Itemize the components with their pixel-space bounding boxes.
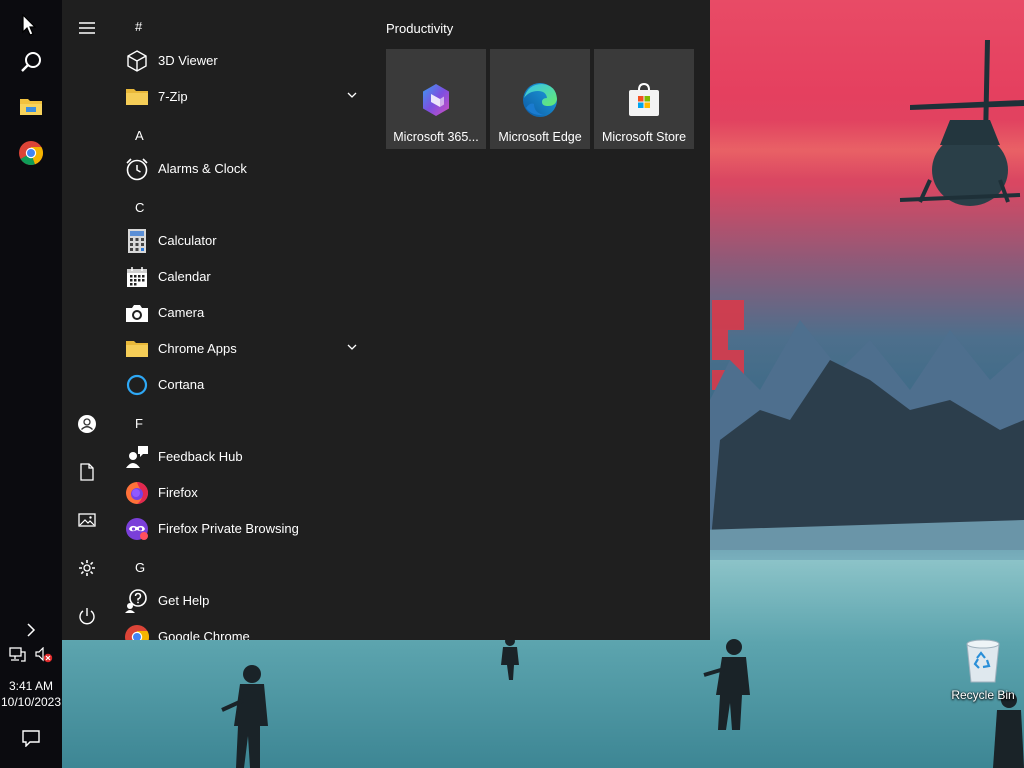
tile-area: Productivity Microsoft 365... Microsoft … — [386, 0, 706, 640]
camera-icon — [125, 301, 149, 325]
mouse-cursor-icon — [22, 14, 36, 36]
app-feedback-hub[interactable]: Feedback Hub — [112, 439, 372, 475]
hamburger-menu-icon — [79, 22, 95, 34]
file-explorer-icon — [20, 99, 42, 115]
app-label: 3D Viewer — [158, 53, 218, 68]
wallpaper-soldier — [703, 639, 750, 730]
rail-user-account[interactable] — [62, 404, 112, 444]
microsoft-365-icon — [423, 84, 449, 116]
pictures-icon — [78, 513, 96, 527]
taskbar-file-explorer[interactable] — [0, 84, 62, 128]
app-label: Calendar — [158, 269, 211, 284]
taskbar: 3:41 AM 10/10/2023 — [0, 0, 710, 768]
taskbar-clock[interactable]: 3:41 AM 10/10/2023 — [0, 678, 62, 710]
power-icon — [79, 608, 95, 625]
app-label: Firefox Private Browsing — [158, 521, 299, 536]
taskbar-chrome[interactable] — [0, 131, 62, 175]
3d-viewer-icon — [125, 49, 149, 73]
action-center-button[interactable] — [0, 727, 62, 749]
wallpaper-helicopter — [899, 40, 1024, 206]
settings-icon — [79, 560, 95, 576]
clock-time: 3:41 AM — [8, 679, 54, 693]
start-menu-rail — [62, 0, 112, 640]
system-tray — [0, 645, 62, 665]
section-header-f[interactable]: F — [135, 416, 143, 431]
chevron-right-icon — [27, 623, 36, 637]
app-folder-7zip[interactable]: 7-Zip — [112, 79, 372, 115]
rail-power[interactable] — [62, 596, 112, 636]
folder-icon — [125, 85, 149, 109]
alarm-clock-icon — [125, 157, 149, 181]
app-label: Feedback Hub — [158, 449, 243, 464]
app-alarms-clock[interactable]: Alarms & Clock — [112, 151, 372, 187]
volume-muted-icon[interactable] — [35, 647, 53, 663]
folder-icon — [125, 337, 149, 361]
chrome-icon — [125, 625, 149, 640]
wallpaper-mountains — [700, 320, 1024, 550]
app-label: 7-Zip — [158, 89, 188, 104]
user-account-icon — [78, 415, 96, 433]
app-list: # 3D Viewer 7-Zip A Alarms & Clock C Cal… — [112, 0, 372, 640]
network-icon[interactable] — [9, 647, 27, 663]
app-camera[interactable]: Camera — [112, 295, 372, 331]
calculator-icon — [125, 229, 149, 253]
firefox-private-icon — [125, 517, 149, 541]
recycle-bin-label: Recycle Bin — [951, 688, 1015, 702]
app-firefox[interactable]: Firefox — [112, 475, 372, 511]
app-folder-chrome-apps[interactable]: Chrome Apps — [112, 331, 372, 367]
section-header-c[interactable]: C — [135, 200, 144, 215]
chevron-down-icon[interactable] — [346, 341, 358, 353]
rail-settings[interactable] — [62, 548, 112, 588]
calendar-icon — [125, 265, 149, 289]
desktop-recycle-bin[interactable]: Recycle Bin — [946, 638, 1020, 708]
firefox-icon — [125, 481, 149, 505]
chrome-icon — [19, 141, 43, 165]
clock-date: 10/10/2023 — [0, 695, 62, 709]
app-label: Calculator — [158, 233, 217, 248]
search-icon — [21, 52, 41, 72]
tile-label: Microsoft 365... — [393, 130, 479, 144]
app-label: Google Chrome — [158, 629, 250, 640]
app-label: Chrome Apps — [158, 341, 237, 356]
app-label: Alarms & Clock — [158, 161, 247, 176]
app-calendar[interactable]: Calendar — [112, 259, 372, 295]
tile-microsoft-edge[interactable]: Microsoft Edge — [490, 49, 590, 149]
get-help-icon — [125, 589, 149, 613]
chevron-down-icon[interactable] — [346, 89, 358, 101]
app-firefox-private[interactable]: Firefox Private Browsing — [112, 511, 372, 547]
app-label: Cortana — [158, 377, 205, 392]
tile-microsoft-store[interactable]: Microsoft Store — [594, 49, 694, 149]
feedback-hub-icon — [125, 445, 149, 469]
app-label: Camera — [158, 305, 205, 320]
tile-microsoft-365[interactable]: Microsoft 365... — [386, 49, 486, 149]
app-3d-viewer[interactable]: 3D Viewer — [112, 43, 372, 79]
app-label: Get Help — [158, 593, 210, 608]
section-header-hash[interactable]: # — [135, 19, 142, 34]
rail-documents[interactable] — [62, 452, 112, 492]
expand-menu-button[interactable] — [62, 8, 112, 48]
cortana-icon — [125, 373, 149, 397]
app-get-help[interactable]: Get Help — [112, 583, 372, 619]
app-cortana[interactable]: Cortana — [112, 367, 372, 403]
app-google-chrome[interactable]: Google Chrome — [112, 619, 372, 640]
wallpaper-soldier — [221, 665, 268, 768]
search-button[interactable] — [0, 40, 62, 84]
start-menu: # 3D Viewer 7-Zip A Alarms & Clock C Cal… — [62, 0, 710, 640]
tile-label: Microsoft Store — [601, 130, 687, 144]
recycle-bin-icon — [966, 639, 1000, 683]
edge-icon — [523, 83, 557, 117]
documents-icon — [80, 463, 94, 481]
app-calculator[interactable]: Calculator — [112, 223, 372, 259]
notification-icon — [22, 730, 40, 747]
tray-expand-button[interactable] — [0, 619, 62, 641]
section-header-g[interactable]: G — [135, 560, 145, 575]
rail-pictures[interactable] — [62, 500, 112, 540]
wallpaper-soldier — [501, 636, 519, 680]
store-icon — [629, 82, 659, 116]
tile-group-title[interactable]: Productivity — [386, 21, 453, 36]
app-label: Firefox — [158, 485, 198, 500]
section-header-a[interactable]: A — [135, 128, 144, 143]
tile-label: Microsoft Edge — [498, 130, 582, 144]
